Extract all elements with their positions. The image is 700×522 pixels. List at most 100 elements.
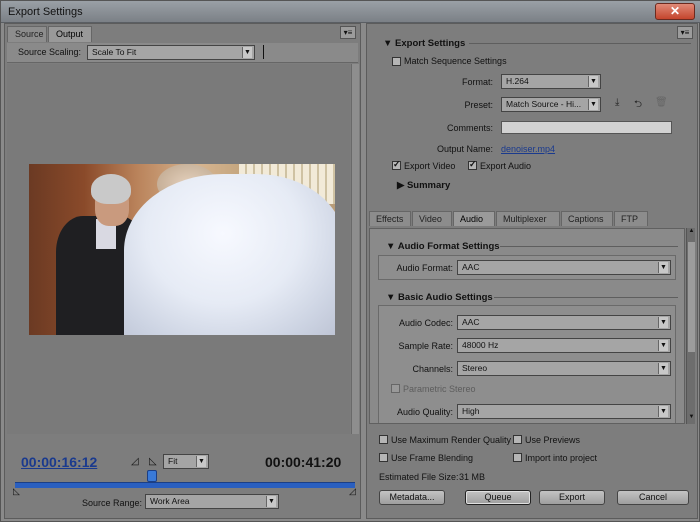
max-render-quality-checkbox[interactable] [379, 435, 388, 444]
chevron-down-icon: ▼ [588, 99, 598, 110]
match-sequence-checkbox[interactable] [392, 57, 401, 66]
parametric-stereo-checkbox[interactable] [391, 384, 400, 393]
audio-settings-box: ▼ Audio Format Settings Audio Format: AA… [369, 228, 685, 424]
sample-rate-dropdown[interactable]: 48000 Hz ▼ [457, 338, 671, 353]
use-previews-checkbox[interactable] [513, 435, 522, 444]
playhead-handle[interactable] [147, 470, 157, 482]
settings-tabs: Effects Video Audio Multiplexer Captions… [369, 211, 687, 227]
summary-toggle[interactable]: ▶ Summary [397, 180, 450, 191]
video-preview-area [7, 64, 350, 434]
source-scaling-row: Source Scaling: Scale To Fit ▼ [7, 43, 358, 63]
channels-value: Stereo [462, 363, 488, 373]
comments-label: Comments: [446, 123, 493, 133]
chevron-down-icon: ▼ [588, 76, 598, 87]
panel-menu-icon[interactable]: ▾≡ [677, 26, 693, 39]
estimated-file-size-label: Estimated File Size: [379, 472, 459, 482]
format-label: Format: [461, 77, 493, 87]
import-into-project-label: Import into project [525, 453, 598, 463]
window-title: Export Settings [8, 6, 83, 18]
audio-format-value: AAC [462, 262, 480, 272]
basic-audio-group: Audio Codec: AAC ▼ Sample Rate: 48000 Hz… [378, 305, 676, 423]
current-timecode[interactable]: 00:00:16:12 [21, 454, 97, 470]
audio-codec-dropdown[interactable]: AAC ▼ [457, 315, 671, 330]
zoom-dropdown[interactable]: Fit ▼ [163, 454, 209, 469]
sample-rate-value: 48000 Hz [462, 340, 499, 350]
format-dropdown[interactable]: H.264 ▼ [501, 74, 601, 89]
frame-blurred-shirt [124, 174, 335, 335]
close-button[interactable]: ✕ [655, 3, 695, 20]
save-preset-icon[interactable]: ⤓ [615, 97, 619, 108]
export-button[interactable]: Export [539, 490, 605, 505]
settings-panel: ▾≡ ▼ Export Settings Match Sequence Sett… [366, 23, 698, 519]
tab-output[interactable]: Output [48, 26, 92, 42]
export-video-label: Export Video [404, 161, 456, 171]
chevron-down-icon: ▼ [658, 406, 668, 417]
source-scaling-label: Source Scaling: [18, 47, 82, 57]
parametric-stereo-label: Parametric Stereo [403, 384, 476, 394]
settings-scrollbar[interactable]: ▲ ▼ [686, 228, 695, 424]
panel-menu-icon[interactable]: ▾≡ [340, 26, 356, 39]
audio-format-header[interactable]: ▼ Audio Format Settings [386, 241, 500, 252]
frame-blending-checkbox[interactable] [379, 453, 388, 462]
preset-value: Match Source - Hi... [506, 99, 582, 109]
export-audio-checkbox[interactable] [468, 159, 477, 170]
text-cursor [263, 45, 264, 59]
export-settings-header[interactable]: ▼ Export Settings [383, 38, 465, 49]
tab-captions[interactable]: Captions [561, 211, 613, 226]
scroll-up-icon[interactable]: ▲ [687, 228, 696, 238]
use-previews-label: Use Previews [525, 435, 581, 445]
source-scaling-value: Scale To Fit [92, 47, 137, 57]
set-in-point-icon[interactable]: ◿ [131, 456, 139, 467]
timeline-bar[interactable] [15, 482, 355, 488]
match-sequence-label: Match Sequence Settings [404, 56, 507, 66]
comments-input[interactable] [501, 121, 672, 134]
out-point-marker-icon[interactable]: ◿ [349, 486, 356, 497]
queue-button[interactable]: Queue [465, 490, 531, 505]
source-range-dropdown[interactable]: Work Area ▼ [145, 494, 279, 509]
chevron-down-icon: ▼ [658, 340, 668, 351]
tab-ftp[interactable]: FTP [614, 211, 648, 226]
estimated-file-size-value: 31 MB [459, 472, 486, 482]
metadata-button[interactable]: Metadata... [379, 490, 445, 505]
zoom-value: Fit [168, 456, 178, 466]
source-scaling-dropdown[interactable]: Scale To Fit ▼ [87, 45, 255, 60]
import-into-project-checkbox[interactable] [513, 453, 522, 462]
format-value: H.264 [506, 76, 529, 86]
cancel-button[interactable]: Cancel [617, 490, 689, 505]
title-bar: Export Settings ✕ [1, 1, 700, 23]
tab-effects[interactable]: Effects [369, 211, 411, 226]
delete-preset-icon[interactable]: 🗑 [655, 97, 668, 108]
tab-source[interactable]: Source [7, 26, 47, 42]
import-preset-icon[interactable]: ⮌ [634, 97, 642, 114]
audio-quality-dropdown[interactable]: High ▼ [457, 404, 671, 419]
audio-format-label: Audio Format: [396, 263, 453, 273]
preview-scrollbar[interactable] [351, 64, 359, 434]
audio-codec-label: Audio Codec: [398, 318, 453, 328]
export-video-checkbox[interactable] [392, 159, 401, 170]
scroll-down-icon[interactable]: ▼ [687, 414, 696, 424]
basic-audio-header[interactable]: ▼ Basic Audio Settings [386, 292, 493, 303]
sample-rate-label: Sample Rate: [398, 341, 453, 351]
chevron-down-icon: ▼ [266, 496, 276, 507]
chevron-down-icon: ▼ [242, 47, 252, 58]
audio-codec-value: AAC [462, 317, 480, 327]
source-range-value: Work Area [150, 496, 190, 506]
set-out-point-icon[interactable]: ◺ [149, 456, 157, 467]
max-render-quality-label: Use Maximum Render Quality [391, 435, 512, 445]
in-point-marker-icon[interactable]: ◺ [13, 486, 20, 497]
channels-dropdown[interactable]: Stereo ▼ [457, 361, 671, 376]
preset-dropdown[interactable]: Match Source - Hi... ▼ [501, 97, 601, 112]
tab-video[interactable]: Video [412, 211, 452, 226]
scroll-thumb[interactable] [688, 242, 695, 352]
tab-multiplexer[interactable]: Multiplexer [496, 211, 560, 226]
audio-format-dropdown[interactable]: AAC ▼ [457, 260, 671, 275]
tab-audio[interactable]: Audio [453, 211, 495, 226]
frame-blending-label: Use Frame Blending [391, 453, 474, 463]
export-settings-window: Export Settings ✕ Source Output ▾≡ Sourc… [0, 0, 700, 522]
output-name-link[interactable]: denoiser.mp4 [501, 144, 555, 154]
duration-timecode: 00:00:41:20 [265, 454, 342, 470]
chevron-down-icon: ▼ [658, 262, 668, 273]
output-name-label: Output Name: [436, 144, 493, 154]
audio-quality-value: High [462, 406, 480, 416]
channels-label: Channels: [412, 364, 453, 374]
